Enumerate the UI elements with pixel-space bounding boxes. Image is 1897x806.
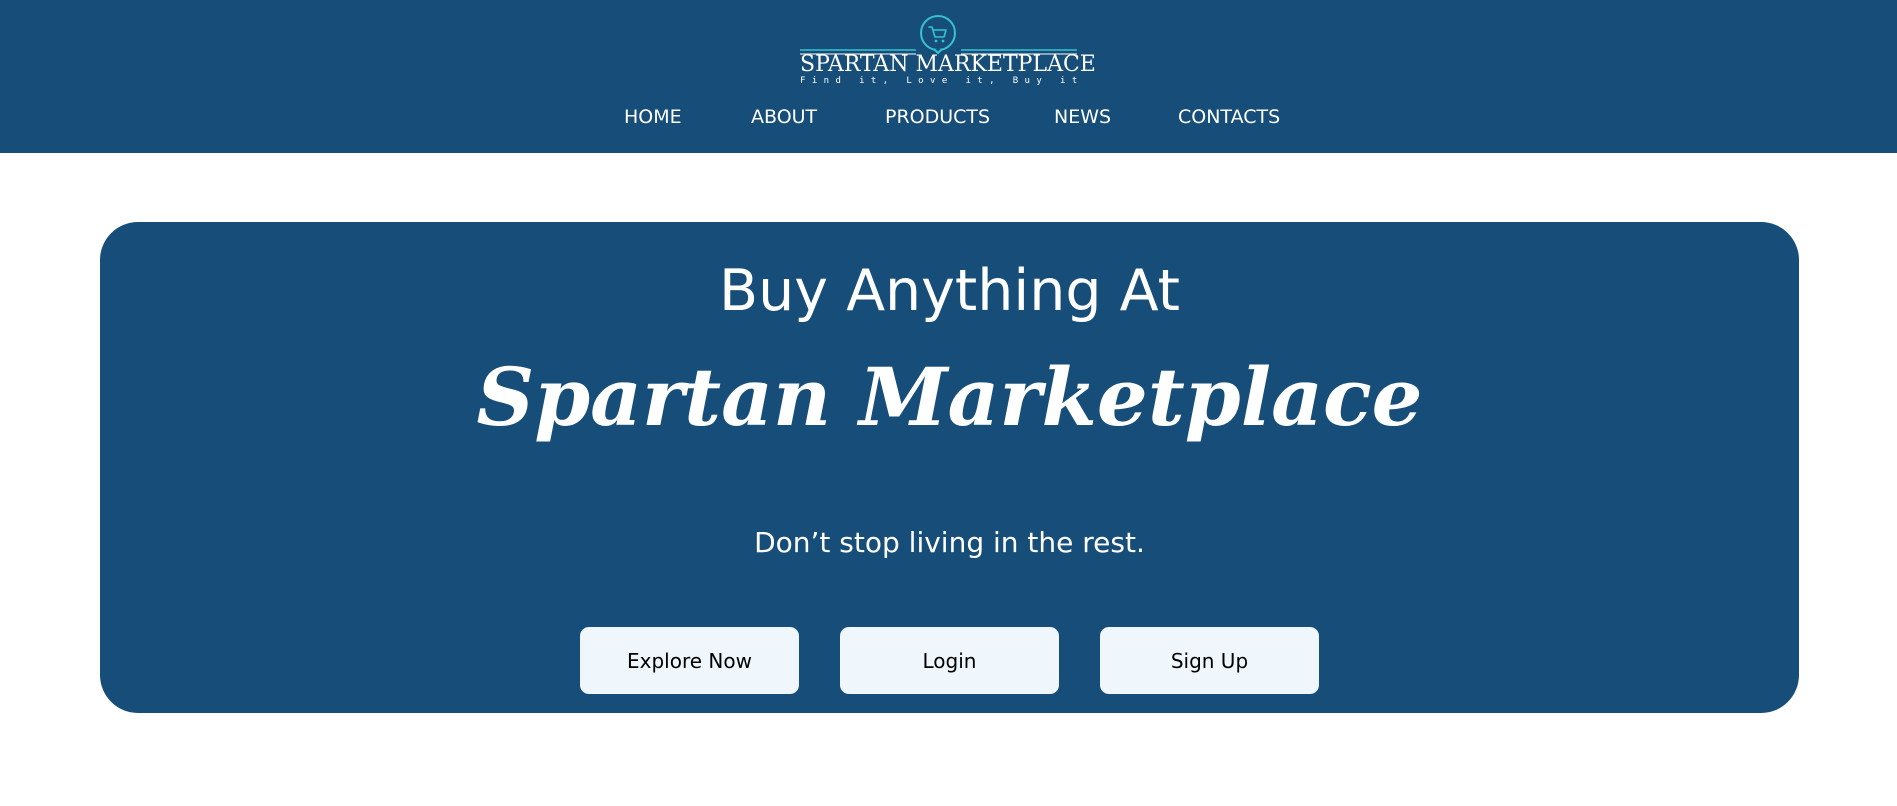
nav-contacts[interactable]: CONTACTS (1178, 106, 1280, 128)
nav-home[interactable]: HOME (624, 106, 682, 128)
hero-brand-heading: Spartan Marketplace (476, 350, 1423, 444)
hero-tagline: Don’t stop living in the rest. (754, 526, 1145, 559)
login-button[interactable]: Login (840, 627, 1059, 694)
site-header: SPARTAN MARKETPLACE Find it, Love it, Bu… (0, 0, 1897, 153)
nav-news[interactable]: NEWS (1054, 106, 1111, 128)
site-logo[interactable]: SPARTAN MARKETPLACE Find it, Love it, Bu… (800, 14, 1096, 90)
hero-banner: Buy Anything At Spartan Marketplace Don’… (100, 222, 1799, 713)
logo-tagline: Find it, Love it, Buy it (800, 76, 1084, 86)
nav-about[interactable]: ABOUT (751, 106, 817, 128)
explore-now-button[interactable]: Explore Now (580, 627, 799, 694)
sign-up-button[interactable]: Sign Up (1100, 627, 1319, 694)
main-nav: HOME ABOUT PRODUCTS NEWS CONTACTS (0, 106, 1897, 132)
logo-title: SPARTAN MARKETPLACE (800, 52, 1096, 77)
nav-products[interactable]: PRODUCTS (885, 106, 990, 128)
hero-lead-heading: Buy Anything At (718, 258, 1180, 324)
shopping-cart-icon (920, 15, 956, 54)
